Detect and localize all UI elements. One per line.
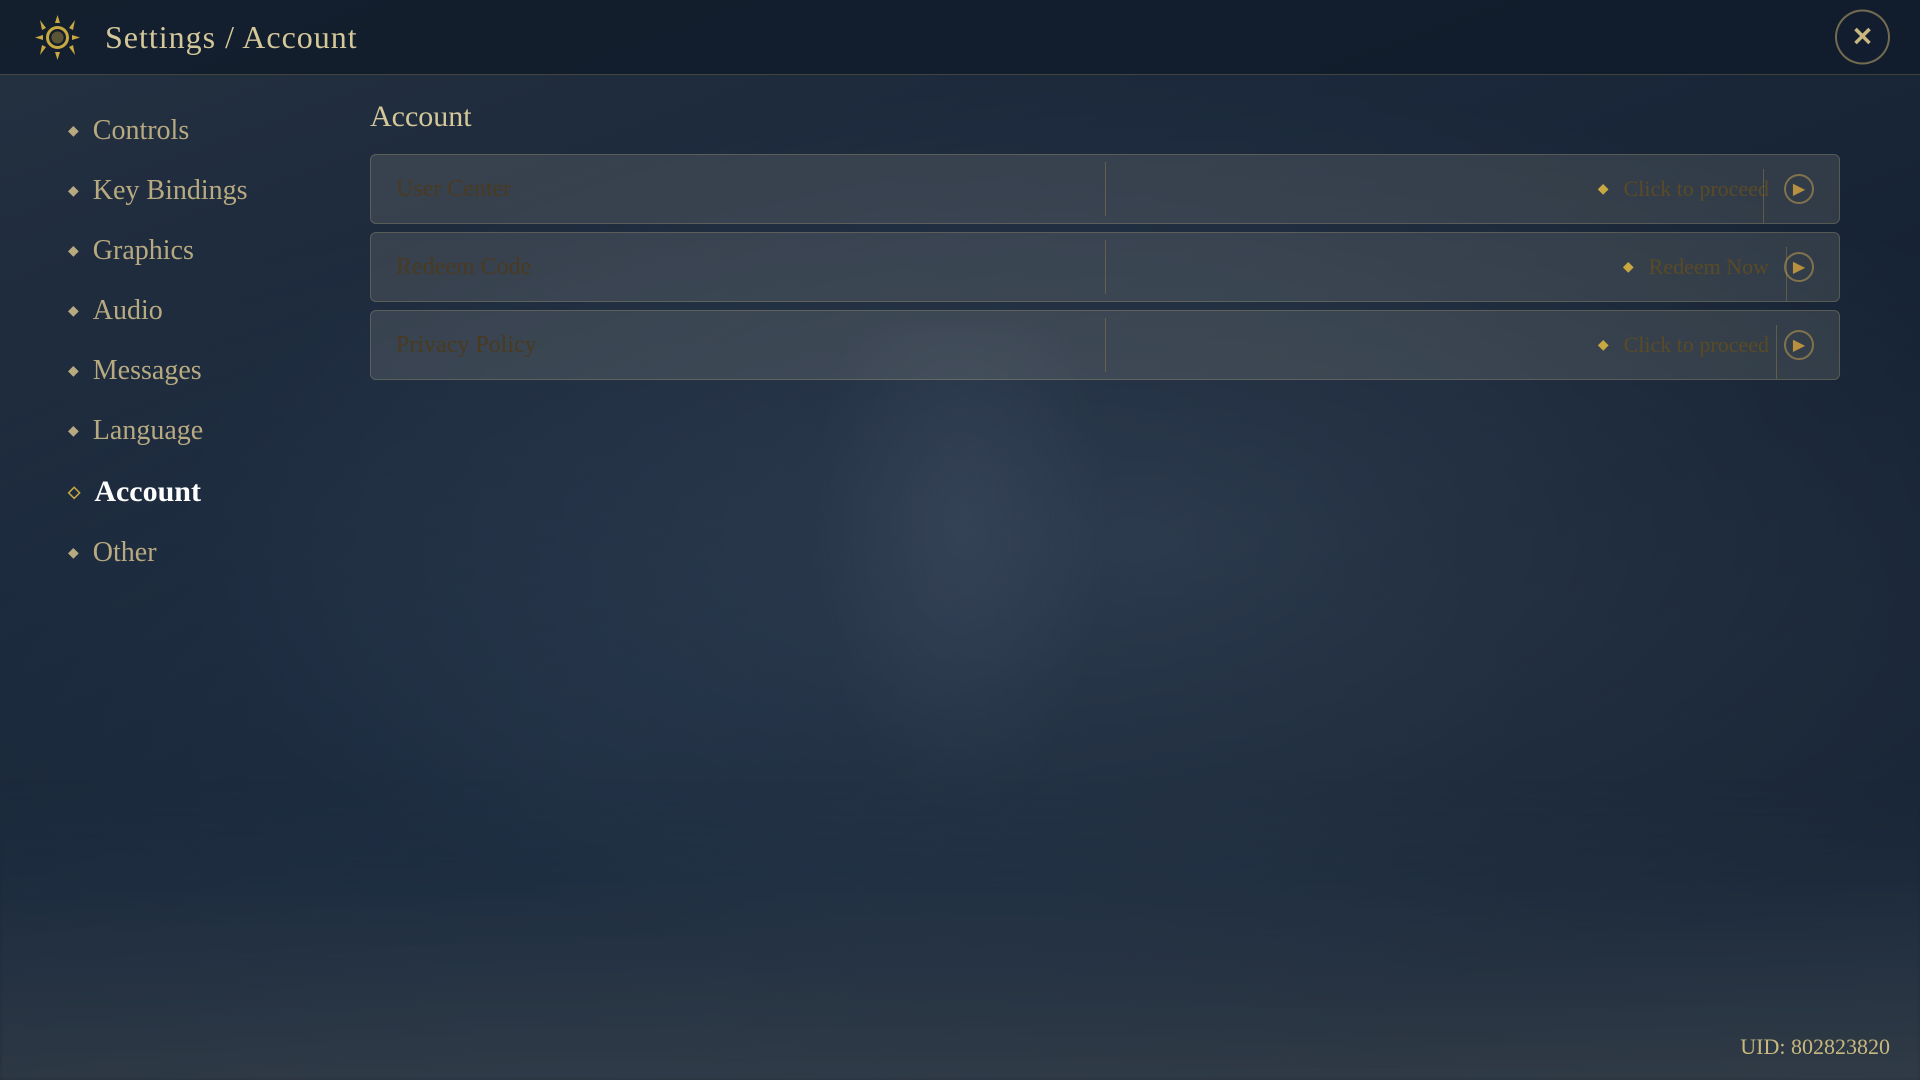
close-button[interactable]: ✕ xyxy=(1835,10,1890,65)
row-action-redeem-code: Redeem Now xyxy=(1649,254,1769,280)
sidebar-item-account[interactable]: ◇ Account xyxy=(60,465,300,519)
sidebar-bullet-audio: ◆ xyxy=(68,303,79,320)
row-action-user-center: Click to proceed xyxy=(1624,176,1769,202)
row-separator-privacy-policy xyxy=(1776,325,1777,379)
sidebar-item-controls[interactable]: ◆ Controls xyxy=(60,105,300,157)
sidebar-label-graphics: Graphics xyxy=(93,235,194,267)
sidebar-bullet-key-bindings: ◆ xyxy=(68,183,79,200)
divider-user-center xyxy=(1105,162,1106,216)
sidebar-label-messages: Messages xyxy=(93,355,202,387)
diamond-icon-privacy-policy: ◆ xyxy=(1598,337,1609,354)
row-separator-redeem-code xyxy=(1786,247,1787,301)
header: Settings / Account ✕ xyxy=(0,0,1920,75)
account-row-user-center[interactable]: User Center ◆ Click to proceed ▶ xyxy=(370,154,1840,224)
sidebar-label-audio: Audio xyxy=(93,295,163,327)
sidebar-bullet-messages: ◆ xyxy=(68,363,79,380)
sidebar-label-controls: Controls xyxy=(93,115,189,147)
diamond-icon-redeem-code: ◆ xyxy=(1623,259,1634,276)
sidebar-label-language: Language xyxy=(93,415,203,447)
sidebar-bullet-controls: ◆ xyxy=(68,123,79,140)
sidebar-bullet-graphics: ◆ xyxy=(68,243,79,260)
sidebar-item-key-bindings[interactable]: ◆ Key Bindings xyxy=(60,165,300,217)
row-label-redeem-code: Redeem Code xyxy=(396,254,531,281)
sidebar-item-graphics[interactable]: ◆ Graphics xyxy=(60,225,300,277)
row-label-privacy-policy: Privacy Policy xyxy=(396,332,537,359)
sidebar-bullet-account: ◇ xyxy=(68,482,80,502)
row-right-user-center: ◆ Click to proceed ▶ xyxy=(1598,174,1814,204)
right-panel: Account User Center ◆ Click to proceed ▶… xyxy=(320,75,1920,1080)
row-action-privacy-policy: Click to proceed xyxy=(1624,332,1769,358)
sidebar-bullet-language: ◆ xyxy=(68,423,79,440)
arrow-icon-redeem-code: ▶ xyxy=(1784,252,1814,282)
diamond-icon-user-center: ◆ xyxy=(1598,181,1609,198)
sidebar: ◆ Controls ◆ Key Bindings ◆ Graphics ◆ Audio ◆ Me… xyxy=(0,75,320,1080)
row-label-user-center: User Center xyxy=(396,176,511,203)
row-right-privacy-policy: ◆ Click to proceed ▶ xyxy=(1598,330,1814,360)
sidebar-item-language[interactable]: ◆ Language xyxy=(60,405,300,457)
main-content: ◆ Controls ◆ Key Bindings ◆ Graphics ◆ Audio ◆ Me… xyxy=(0,75,1920,1080)
sidebar-bullet-other: ◆ xyxy=(68,545,79,562)
divider-privacy-policy xyxy=(1105,318,1106,372)
uid-display: UID: 802823820 xyxy=(1740,1034,1890,1060)
settings-gear-icon xyxy=(30,10,85,65)
sidebar-label-key-bindings: Key Bindings xyxy=(93,175,248,207)
sidebar-item-messages[interactable]: ◆ Messages xyxy=(60,345,300,397)
header-title: Settings / Account xyxy=(105,19,358,56)
section-title: Account xyxy=(370,100,1840,134)
arrow-icon-privacy-policy: ▶ xyxy=(1784,330,1814,360)
arrow-icon-user-center: ▶ xyxy=(1784,174,1814,204)
sidebar-item-other[interactable]: ◆ Other xyxy=(60,527,300,579)
account-rows-container: User Center ◆ Click to proceed ▶ Redeem … xyxy=(370,154,1840,380)
account-row-redeem-code[interactable]: Redeem Code ◆ Redeem Now ▶ xyxy=(370,232,1840,302)
sidebar-label-other: Other xyxy=(93,537,157,569)
sidebar-label-account: Account xyxy=(94,475,201,509)
account-row-privacy-policy[interactable]: Privacy Policy ◆ Click to proceed ▶ xyxy=(370,310,1840,380)
divider-redeem-code xyxy=(1105,240,1106,294)
row-separator-user-center xyxy=(1763,169,1764,223)
sidebar-item-audio[interactable]: ◆ Audio xyxy=(60,285,300,337)
